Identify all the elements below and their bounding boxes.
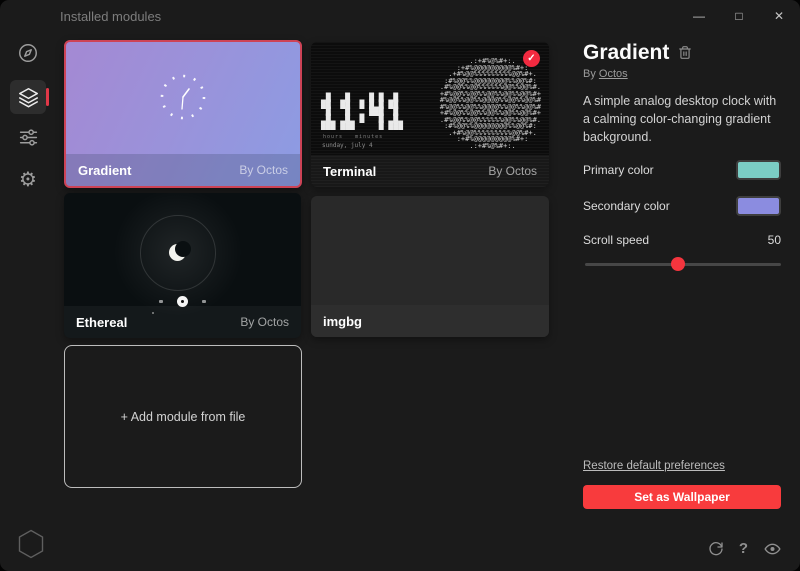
scroll-speed-slider[interactable]	[583, 257, 781, 271]
ascii-clock: █ █ █ █ █ ██ ██ █ █ █ ██ █ █ ███ █ █ █ █…	[321, 94, 403, 129]
details-panel: Gradient By Octos A simple analog deskto…	[583, 40, 781, 271]
page-title: Installed modules	[60, 9, 161, 24]
module-card-ethereal[interactable]: Ethereal By Octos	[64, 193, 301, 338]
secondary-color-row: Secondary color	[583, 194, 781, 218]
card-title: imgbg	[323, 314, 362, 329]
sidebar-item-module-controls[interactable]	[10, 120, 46, 154]
primary-color-row: Primary color	[583, 158, 781, 182]
maximize-button[interactable]: □	[732, 9, 746, 23]
analog-clock-icon	[157, 71, 209, 123]
prev-dot-icon	[159, 300, 163, 303]
secondary-color-swatch[interactable]	[736, 196, 781, 216]
ascii-globe-art: .:+#%@%#+:. :+#%@@@@@@@@@%#+: .+#%@@%%%%…	[436, 58, 541, 149]
footer-toolbar: ?	[708, 540, 782, 558]
card-title: Terminal	[323, 164, 376, 179]
details-actions: Restore default preferences Set as Wallp…	[583, 456, 781, 509]
help-icon[interactable]: ?	[739, 540, 748, 558]
ascii-clock-caption: hours minutes	[323, 134, 383, 140]
card-label-bar: Gradient By Octos	[66, 154, 300, 186]
trash-icon[interactable]	[678, 45, 692, 60]
ascii-clock-date: sunday, july 4	[322, 142, 373, 149]
app-window: Installed modules — □ ✕ ⚙	[0, 0, 800, 571]
details-title: Gradient	[583, 40, 669, 65]
refresh-icon[interactable]	[708, 541, 724, 557]
card-author: By Octos	[488, 164, 537, 178]
card-title: Ethereal	[76, 315, 127, 330]
secondary-color-label: Secondary color	[583, 199, 670, 213]
primary-color-swatch[interactable]	[736, 160, 781, 180]
module-card-terminal[interactable]: ✓ █ █ █ █ █ ██ ██ █ █ █ ██ █ █ ███ █ █ █…	[311, 42, 549, 187]
primary-color-label: Primary color	[583, 163, 654, 177]
title-bar: Installed modules — □ ✕	[0, 0, 800, 32]
card-title: Gradient	[78, 163, 131, 178]
author-link[interactable]: Octos	[599, 68, 628, 80]
minimize-button[interactable]: —	[692, 9, 706, 23]
card-label-bar: imgbg	[311, 305, 549, 337]
module-description: A simple analog desktop clock with a cal…	[583, 93, 781, 146]
card-label-bar: Terminal By Octos	[311, 155, 549, 187]
card-author: By Octos	[240, 315, 289, 329]
active-wallpaper-check-icon: ✓	[523, 50, 540, 67]
card-label-bar: Ethereal By Octos	[64, 306, 301, 338]
gear-icon: ⚙	[19, 169, 37, 189]
close-button[interactable]: ✕	[772, 9, 786, 23]
scroll-speed-label: Scroll speed	[583, 233, 649, 247]
app-logo-hexagon-icon	[16, 528, 46, 560]
sidebar-item-discover[interactable]	[10, 36, 46, 70]
module-card-imgbg[interactable]: imgbg	[311, 196, 549, 337]
next-dot-icon	[202, 300, 206, 303]
set-wallpaper-button[interactable]: Set as Wallpaper	[583, 485, 781, 509]
sidebar: ⚙	[0, 32, 56, 571]
add-module-button[interactable]: + Add module from file	[64, 345, 302, 488]
sliders-icon	[18, 127, 39, 148]
card-author: By Octos	[239, 163, 288, 177]
sidebar-item-installed-modules[interactable]	[10, 80, 46, 114]
add-module-label: + Add module from file	[121, 410, 246, 424]
scroll-speed-value: 50	[768, 233, 781, 247]
byline-prefix: By	[583, 68, 599, 80]
scroll-speed-row: Scroll speed 50	[583, 232, 781, 248]
restore-defaults-link[interactable]: Restore default preferences	[583, 460, 725, 472]
byline: By Octos	[583, 68, 781, 80]
layers-icon	[18, 87, 39, 108]
crescent-moon-icon	[169, 244, 186, 261]
module-card-gradient[interactable]: Gradient By Octos	[64, 40, 302, 188]
compass-icon	[17, 42, 39, 64]
sidebar-item-settings[interactable]: ⚙	[10, 162, 46, 196]
slider-thumb[interactable]	[671, 257, 685, 271]
eye-icon[interactable]	[763, 541, 782, 557]
